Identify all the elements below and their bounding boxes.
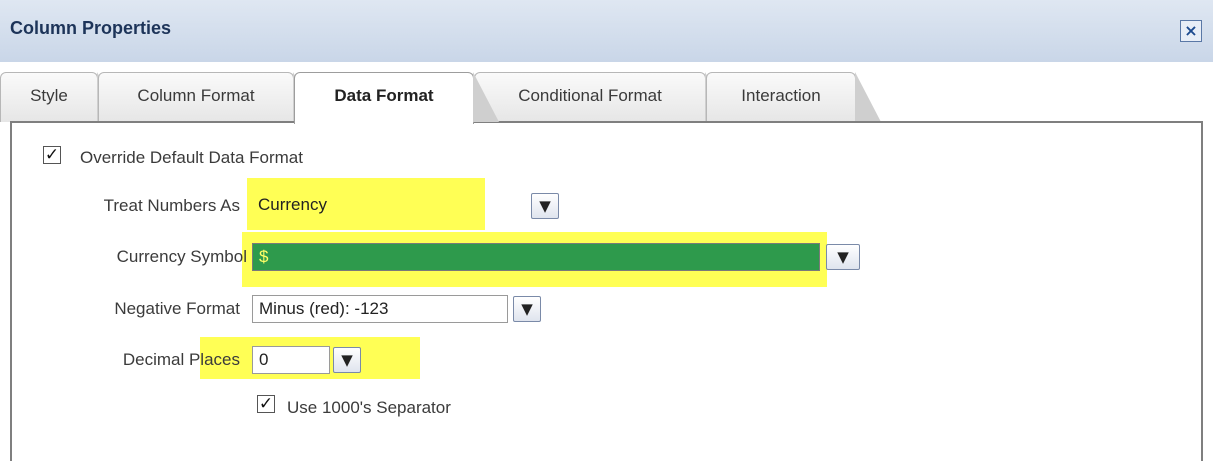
tab-interaction[interactable]: Interaction: [706, 72, 881, 122]
override-label: Override Default Data Format: [80, 148, 303, 167]
treat-numbers-select[interactable]: Currency: [252, 192, 528, 220]
negative-format-select[interactable]: Minus (red): -123: [252, 295, 508, 323]
data-format-panel: [10, 121, 1203, 461]
tab-style[interactable]: Style: [0, 72, 123, 122]
treat-numbers-label: Treat Numbers As: [103, 196, 240, 215]
override-checkbox[interactable]: ✓: [43, 146, 61, 164]
currency-symbol-label: Currency Symbol: [116, 247, 247, 266]
chevron-down-icon[interactable]: ▼: [333, 347, 361, 373]
chevron-down-icon[interactable]: ▼: [826, 244, 860, 270]
tab-conditional-format[interactable]: Conditional Format: [474, 72, 731, 122]
tab-column-format[interactable]: Column Format: [98, 72, 319, 122]
close-icon[interactable]: ×: [1180, 20, 1202, 42]
chevron-down-icon[interactable]: ▼: [513, 296, 541, 322]
decimal-places-select[interactable]: 0: [252, 346, 330, 374]
chevron-down-icon[interactable]: ▼: [531, 193, 559, 219]
dialog-titlebar: Column Properties ×: [0, 0, 1213, 63]
tab-data-format[interactable]: Data Format: [294, 72, 499, 124]
dialog-title: Column Properties: [10, 18, 172, 38]
currency-symbol-select[interactable]: $: [252, 243, 820, 271]
separator-label: Use 1000's Separator: [287, 398, 451, 417]
decimal-places-label: Decimal Places: [122, 350, 240, 369]
negative-format-label: Negative Format: [114, 299, 240, 318]
separator-checkbox[interactable]: ✓: [257, 395, 275, 413]
